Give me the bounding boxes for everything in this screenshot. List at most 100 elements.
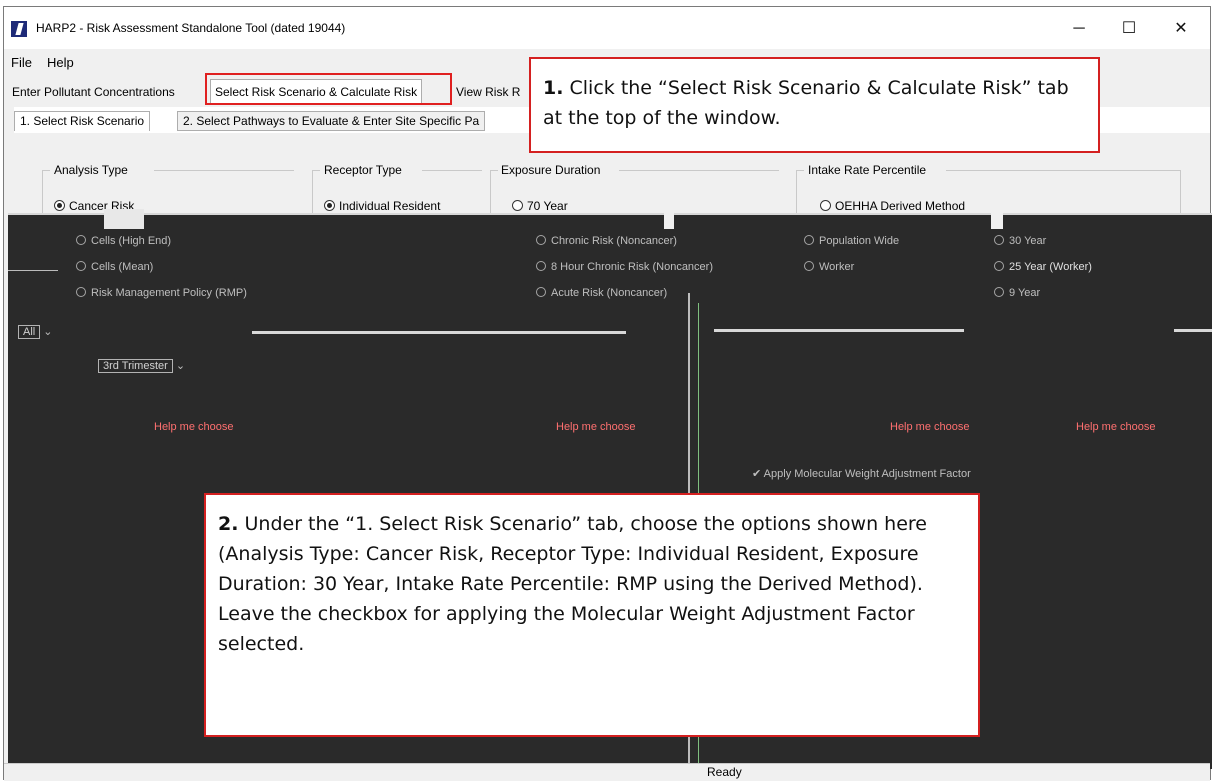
callout-text: Under the “1. Select Risk Scenario” tab,… xyxy=(218,513,927,655)
chevron-down-icon: ⌄ xyxy=(43,326,53,338)
radio-70-year[interactable]: 70 Year xyxy=(512,199,568,213)
app-icon xyxy=(11,21,27,37)
group-border xyxy=(619,170,779,171)
group-border xyxy=(490,170,491,215)
option-rmp[interactable]: Risk Management Policy (RMP) xyxy=(76,287,247,299)
option-cells-high-end[interactable]: Cells (High End) xyxy=(76,235,171,247)
option-cells-mean[interactable]: Cells (Mean) xyxy=(76,261,153,273)
group-border xyxy=(796,170,804,171)
render-artifact xyxy=(664,209,674,229)
close-button[interactable]: ✕ xyxy=(1160,15,1202,43)
option-label: Population Wide xyxy=(819,235,900,247)
radio-icon xyxy=(536,287,546,297)
option-population-wide[interactable]: Population Wide xyxy=(804,235,899,247)
option-label: 8 Hour Chronic Risk (Noncancer) xyxy=(551,261,713,273)
radio-icon xyxy=(76,261,86,271)
help-link-exposure[interactable]: Help me choose xyxy=(890,421,970,433)
tab-highlight xyxy=(205,73,452,105)
render-artifact xyxy=(991,209,1003,229)
render-artifact xyxy=(714,329,964,332)
subtab-select-risk-scenario[interactable]: 1. Select Risk Scenario xyxy=(14,111,151,131)
radio-icon xyxy=(536,235,546,245)
option-label: 25 Year (Worker) xyxy=(1009,261,1092,273)
group-border xyxy=(42,170,50,171)
maximize-button[interactable]: ☐ xyxy=(1108,15,1150,43)
option-label: 9 Year xyxy=(1009,287,1041,299)
status-text: Ready xyxy=(707,765,742,779)
checkmark-icon: ✔ xyxy=(752,468,764,480)
menu-help[interactable]: Help xyxy=(47,55,74,70)
radio-icon xyxy=(820,200,831,211)
radio-selected-icon xyxy=(54,200,65,211)
minimize-button[interactable]: ─ xyxy=(1058,15,1100,43)
chevron-down-icon: ⌄ xyxy=(175,360,186,372)
group-border xyxy=(422,170,482,171)
render-artifact xyxy=(8,270,58,271)
option-worker[interactable]: Worker xyxy=(804,261,854,273)
option-30-year[interactable]: 30 Year xyxy=(994,235,1046,247)
mwaf-checkbox[interactable]: ✔ Apply Molecular Weight Adjustment Fact… xyxy=(752,467,971,480)
option-label: 30 Year xyxy=(1009,235,1047,247)
radio-icon xyxy=(994,287,1004,297)
render-artifact xyxy=(252,331,626,334)
radio-label: 70 Year xyxy=(527,199,568,213)
option-9-year[interactable]: 9 Year xyxy=(994,287,1040,299)
option-label: Chronic Risk (Noncancer) xyxy=(551,235,677,247)
help-link-analysis[interactable]: Help me choose xyxy=(154,421,234,433)
all-dropdown[interactable]: All ⌄ xyxy=(18,325,53,339)
exposure-duration-label: Exposure Duration xyxy=(501,163,601,177)
option-label: Worker xyxy=(819,261,855,273)
option-label: Acute Risk (Noncancer) xyxy=(551,287,668,299)
help-link-intake[interactable]: Help me choose xyxy=(1076,421,1156,433)
option-25-year-worker[interactable]: 25 Year (Worker) xyxy=(994,261,1092,273)
title-bar: HARP2 - Risk Assessment Standalone Tool … xyxy=(4,7,1210,49)
group-border xyxy=(154,170,294,171)
option-8-hour-chronic[interactable]: 8 Hour Chronic Risk (Noncancer) xyxy=(536,261,713,273)
radio-label: Individual Resident xyxy=(339,199,441,213)
radio-icon xyxy=(512,200,523,211)
radio-oehha-derived[interactable]: OEHHA Derived Method xyxy=(820,199,965,213)
option-chronic-risk[interactable]: Chronic Risk (Noncancer) xyxy=(536,235,677,247)
intake-rate-label: Intake Rate Percentile xyxy=(808,163,927,177)
callout-step-2: 2. Under the “1. Select Risk Scenario” t… xyxy=(204,493,980,737)
callout-step-1: 1. Click the “Select Risk Scenario & Cal… xyxy=(529,57,1100,153)
radio-individual-resident[interactable]: Individual Resident xyxy=(324,199,440,213)
radio-icon xyxy=(804,261,814,271)
radio-selected-icon xyxy=(324,200,335,211)
render-artifact xyxy=(1174,329,1212,332)
group-border xyxy=(312,170,320,171)
radio-label: OEHHA Derived Method xyxy=(835,199,966,213)
age-dropdown[interactable]: 3rd Trimester ⌄ xyxy=(98,359,185,373)
help-link-receptor[interactable]: Help me choose xyxy=(556,421,636,433)
status-bar: Ready xyxy=(4,763,1210,781)
dropdown-value: 3rd Trimester xyxy=(98,359,173,373)
render-artifact xyxy=(104,209,144,229)
radio-icon xyxy=(536,261,546,271)
radio-icon xyxy=(994,261,1004,271)
group-border xyxy=(42,170,43,215)
group-border xyxy=(312,170,313,215)
group-border xyxy=(946,170,1181,171)
menu-file[interactable]: File xyxy=(11,55,32,70)
option-label: Risk Management Policy (RMP) xyxy=(91,287,247,299)
option-acute-risk[interactable]: Acute Risk (Noncancer) xyxy=(536,287,667,299)
radio-icon xyxy=(76,287,86,297)
render-artifact xyxy=(8,213,1212,215)
tab-view-risk[interactable]: View Risk R xyxy=(452,83,524,103)
radio-icon xyxy=(994,235,1004,245)
tab-enter-pollutant-concentrations[interactable]: Enter Pollutant Concentrations xyxy=(8,83,179,103)
group-border xyxy=(796,170,797,215)
checkbox-label: Apply Molecular Weight Adjustment Factor xyxy=(763,468,971,480)
group-border xyxy=(1180,170,1181,215)
option-label: Cells (High End) xyxy=(91,235,172,247)
dropdown-value: All xyxy=(18,325,41,339)
receptor-type-label: Receptor Type xyxy=(324,163,402,177)
analysis-type-label: Analysis Type xyxy=(54,163,128,177)
callout-number: 1. xyxy=(543,77,564,99)
window-title: HARP2 - Risk Assessment Standalone Tool … xyxy=(36,21,346,35)
radio-icon xyxy=(804,235,814,245)
group-border xyxy=(490,170,498,171)
subtab-select-pathways[interactable]: 2. Select Pathways to Evaluate & Enter S… xyxy=(177,111,486,131)
callout-text: Click the “Select Risk Scenario & Calcul… xyxy=(543,77,1069,129)
radio-icon xyxy=(76,235,86,245)
